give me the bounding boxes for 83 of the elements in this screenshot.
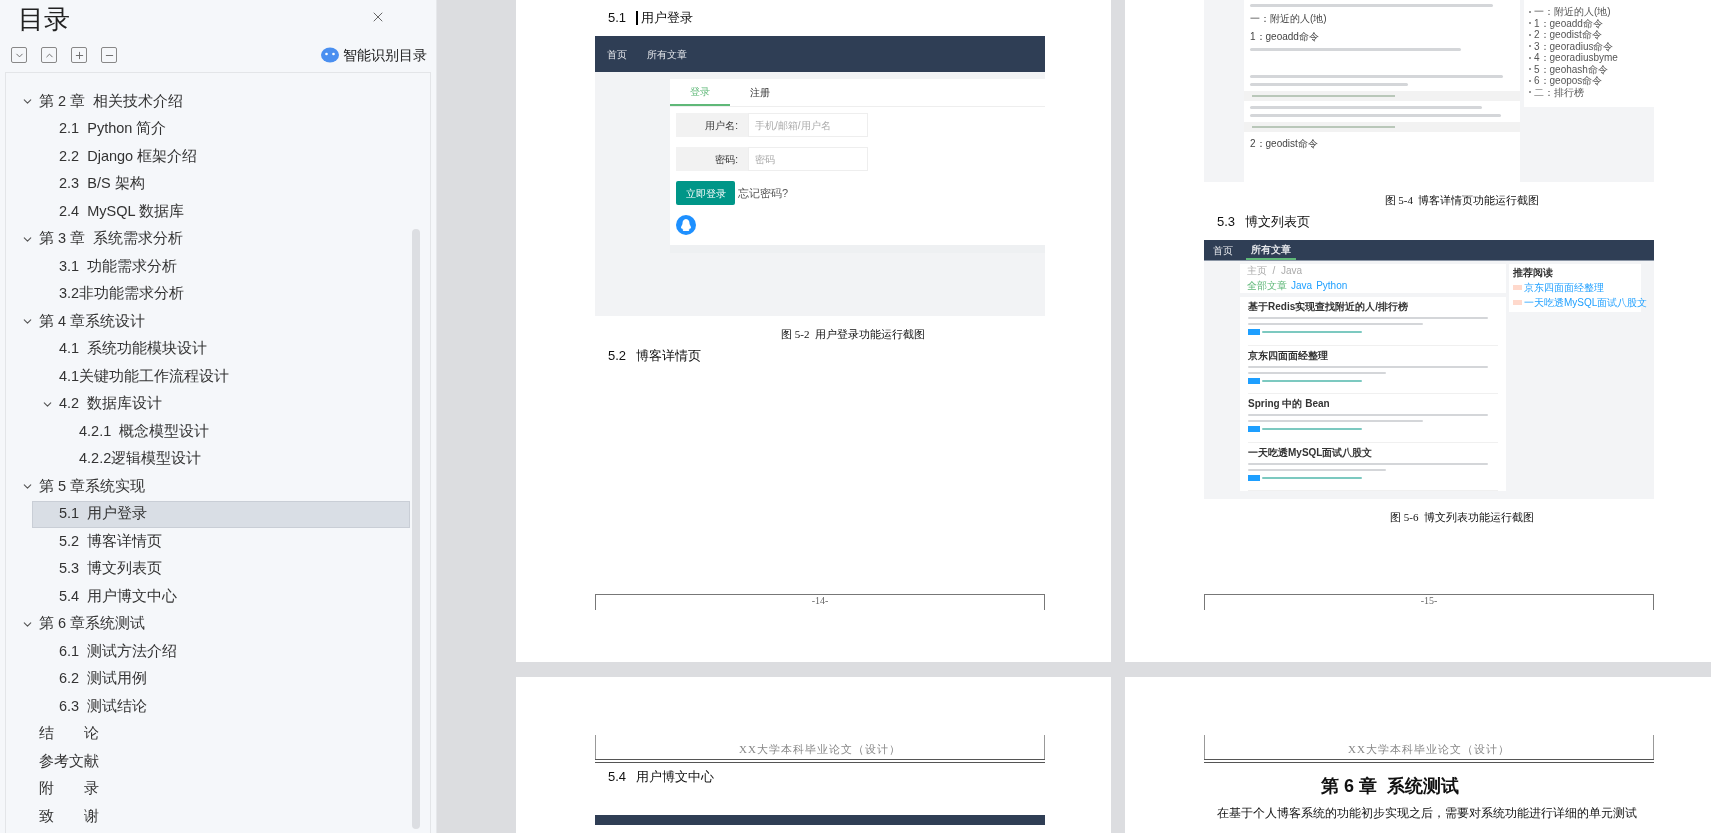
text-field[interactable]: 手机/邮箱/用户名 (748, 113, 868, 137)
article-heading: 一：附近的人(地) (1250, 12, 1328, 25)
tag-chip (1248, 329, 1260, 335)
smart-toc-button[interactable]: 智能识别目录 (321, 44, 427, 66)
toc-item[interactable]: 第 6 章系统测试 (12, 610, 410, 638)
toc-item[interactable]: 5.3 博文列表页 (32, 555, 410, 583)
toc-item[interactable]: 附 录 (12, 775, 410, 803)
breadcrumb: 主页 / Java (1247, 264, 1303, 277)
minus-icon[interactable] (101, 47, 117, 63)
toc-item[interactable]: 4.1 系统功能模块设计 (32, 335, 410, 363)
figure-caption: 图 5-6 博文列表功能运行截图 (1390, 510, 1534, 525)
penguin-icon[interactable] (676, 215, 696, 235)
text-field[interactable]: 密码 (748, 147, 868, 171)
panel-title: 目录 (18, 3, 70, 36)
outline-link[interactable]: 3：georadius命令 (1534, 40, 1614, 52)
toc-item[interactable]: 4.1关键功能工作流程设计 (32, 363, 410, 391)
toc-item[interactable]: 6.1 测试方法介绍 (32, 638, 410, 666)
toc-item[interactable]: 第 3 章 系统需求分析 (12, 225, 410, 253)
article-title[interactable]: Spring 中的 Bean (1248, 398, 1498, 410)
section-heading: 5.1 用户登录 (608, 9, 694, 28)
nav-link[interactable]: 首页 (607, 46, 627, 62)
article-heading: 1：geoadd命令 (1250, 30, 1320, 43)
outline-link[interactable]: 5：geohash命令 (1534, 63, 1608, 75)
login-button[interactable]: 立即登录 (676, 181, 735, 205)
toc-item[interactable]: 4.2.2逻辑模型设计 (52, 445, 410, 473)
toc-item[interactable]: 结 论 (12, 720, 410, 748)
robot-face-icon (321, 47, 339, 63)
toc-item[interactable]: 5.1 用户登录 (32, 500, 410, 528)
article-title[interactable]: 京东四面面经整理 (1248, 349, 1498, 362)
page-number: -15- (1420, 595, 1438, 608)
toc-item[interactable]: 2.3 B/S 架构 (32, 170, 410, 198)
toc-item[interactable]: 参考文献 (12, 748, 410, 776)
toc-item[interactable]: 第 5 章系统实现 (12, 473, 410, 501)
body-paragraph: 在基于个人博客系统的功能初步实现之后，需要对系统功能进行详细的单元测试 (1217, 805, 1638, 822)
outline-link[interactable]: 6：geopos命令 (1534, 75, 1603, 87)
section-heading: 5.4 用户博文中心 (608, 768, 715, 787)
toc-item[interactable]: 5.2 博客详情页 (32, 528, 410, 556)
toc-item[interactable]: 3.1 功能需求分析 (32, 253, 410, 281)
figure-caption: 图 5-2 用户登录功能运行截图 (781, 327, 925, 342)
tag-chip (1248, 474, 1260, 481)
toc-item[interactable]: 第 2 章 相关技术介绍 (12, 88, 410, 116)
figure-caption: 图 5-4 博客详情页功能运行截图 (1384, 193, 1540, 208)
collapse-all-icon[interactable] (41, 47, 57, 63)
toc-item[interactable]: 3.2非功能需求分析 (32, 280, 410, 308)
plus-icon[interactable] (71, 47, 87, 63)
field-label: 密码: (676, 147, 748, 171)
toc-item[interactable]: 5.4 用户博文中心 (32, 583, 410, 611)
toc-item[interactable]: 2.1 Python 简介 (32, 115, 410, 143)
toc-item[interactable]: 2.4 MySQL 数据库 (32, 198, 410, 226)
page-header: XX大学本科毕业论文（设计） (739, 741, 901, 757)
page-header: XX大学本科毕业论文（设计） (1348, 741, 1510, 757)
page-number: -14- (811, 595, 829, 608)
field-label: 用户名: (676, 113, 748, 137)
toc-item[interactable]: 第 4 章系统设计 (12, 308, 410, 336)
nav-link[interactable]: 所有文章 (647, 46, 687, 62)
tag-chip (1248, 377, 1260, 384)
hot-tag (1513, 285, 1522, 290)
hot-tag (1513, 300, 1522, 305)
outline-link[interactable]: 二：排行榜 (1534, 86, 1584, 98)
outline-link[interactable]: 2：geodist命令 (1534, 29, 1602, 41)
toc-item[interactable]: 4.2.1 概念模型设计 (52, 418, 410, 446)
section-heading: 5.2 博客详情页 (608, 347, 702, 366)
expand-all-icon[interactable] (11, 47, 27, 63)
nav-link[interactable]: 首页 (1208, 240, 1238, 260)
tag-chip (1248, 426, 1260, 432)
toc-item[interactable]: 2.2 Django 框架介绍 (32, 143, 410, 171)
article-title[interactable]: 基于Redis实现查找附近的人/排行榜 (1248, 301, 1498, 313)
forgot-password-link[interactable]: 忘记密码? (738, 184, 789, 202)
tab[interactable]: 注册 (730, 79, 790, 106)
article-heading: 2：geodist命令 (1250, 137, 1319, 150)
outline-link[interactable]: 4：georadiusbyme (1534, 52, 1618, 64)
section-heading: 5.3 博文列表页 (1217, 213, 1311, 232)
scrollbar-thumb[interactable] (412, 229, 420, 829)
outline-link[interactable]: 1：geoadd命令 (1534, 17, 1603, 29)
toc-item[interactable]: 致 谢 (12, 803, 410, 831)
toc-item[interactable]: 6.2 测试用例 (32, 665, 410, 693)
outline-link[interactable]: 一：附近的人(地) (1534, 6, 1611, 18)
nav-link[interactable]: 所有文章 (1246, 240, 1296, 260)
toc-item[interactable]: 6.3 测试结论 (32, 693, 410, 721)
chapter-heading: 第 6 章 系统测试 (1321, 775, 1459, 798)
recommend-title: 推荐阅读 (1513, 266, 1554, 279)
article-title[interactable]: 一天吃透MySQL面试八股文 (1248, 446, 1498, 459)
toc-item[interactable]: 4.2 数据库设计 (32, 390, 410, 418)
